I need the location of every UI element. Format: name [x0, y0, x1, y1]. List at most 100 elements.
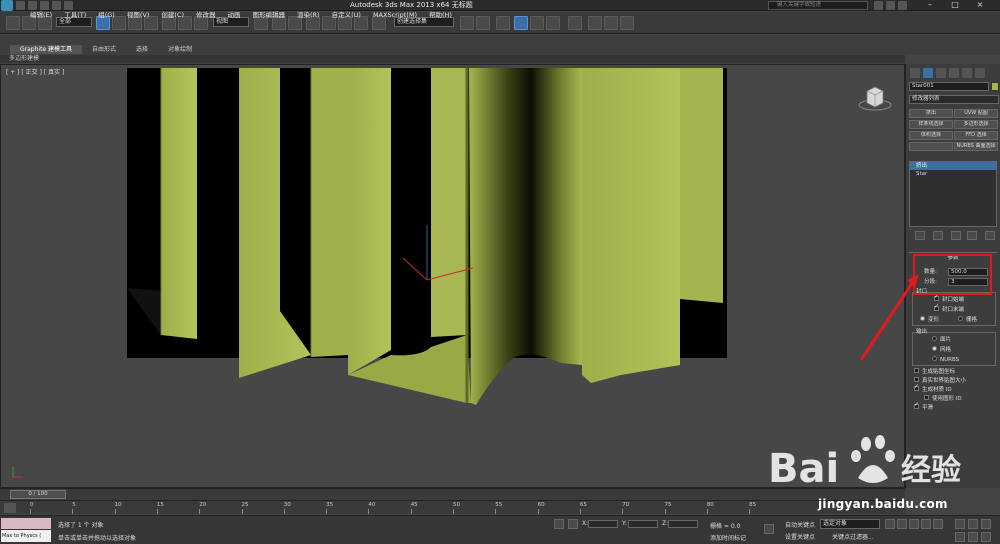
play-icon[interactable]	[909, 519, 919, 529]
tick-label: 10	[114, 502, 122, 508]
tick-mark	[156, 509, 158, 514]
lock-selection-icon[interactable]	[554, 519, 564, 529]
fov-icon[interactable]	[955, 532, 965, 542]
display-tab-icon[interactable]	[962, 68, 972, 78]
pan-icon[interactable]	[968, 532, 978, 542]
help-icon[interactable]	[898, 1, 907, 10]
uvw-map-button[interactable]: UVW 贴图	[954, 109, 998, 118]
undo-icon[interactable]	[52, 1, 61, 10]
maxscript-listener[interactable]	[1, 518, 51, 529]
configure-sets-icon[interactable]	[985, 231, 995, 240]
auto-key-button[interactable]: 自动关键点	[785, 520, 815, 529]
search-icon[interactable]	[874, 1, 883, 10]
maxscript-mini-field[interactable]: Max to Physcs (	[1, 530, 51, 542]
tick-label: 45	[410, 502, 418, 508]
trackbar-menu-icon[interactable]	[4, 503, 16, 513]
real-world-map-checkbox[interactable]: 真实世界贴图大小	[914, 377, 966, 385]
viewport-front[interactable]: [ + ] [ 正交 ] [ 真实 ]	[0, 64, 905, 488]
set-key-button[interactable]: 设置关键点	[785, 532, 815, 541]
ffd-select-button[interactable]: FFD 选择	[954, 131, 998, 140]
graphite-toggle-icon[interactable]	[514, 16, 528, 30]
material-editor-icon[interactable]	[568, 16, 582, 30]
modify-tab-icon[interactable]	[923, 68, 933, 78]
search-input[interactable]: 键入关键字或短语	[768, 1, 868, 10]
prompt-text: 单击或单击并拖动以选择对象	[58, 535, 137, 542]
spline-select-button[interactable]: 样条线选择	[909, 120, 953, 129]
smooth-checkbox[interactable]: 平滑	[914, 401, 933, 412]
key-mode-dropdown[interactable]: 选定对象	[820, 519, 880, 529]
trackbar[interactable]: 0 5 10 15 20 25 30 35 40 45 50 55 60 65 70 75 80 85	[0, 500, 905, 514]
make-unique-icon[interactable]	[951, 231, 961, 240]
rendered-frame-icon[interactable]	[604, 16, 618, 30]
cap-end-checkbox[interactable]: 封口末端	[934, 303, 964, 314]
new-file-icon[interactable]	[16, 1, 25, 10]
maximize-button[interactable]: □	[945, 0, 965, 10]
empty-button[interactable]	[909, 142, 953, 151]
utilities-tab-icon[interactable]	[975, 68, 985, 78]
key-icon[interactable]	[764, 524, 774, 534]
gen-mat-id-checkbox[interactable]: 生成材质 ID	[914, 383, 952, 394]
add-time-tag[interactable]: 添加时间标记	[710, 533, 746, 542]
nurbs-select-button[interactable]: NURBS 曲面选择	[954, 142, 998, 151]
next-frame-icon[interactable]	[921, 519, 931, 529]
y-coord-field[interactable]	[628, 520, 658, 528]
redo-icon[interactable]	[64, 1, 73, 10]
link-icon[interactable]	[6, 16, 20, 30]
extrude-button[interactable]: 挤出	[909, 109, 953, 118]
abs-mode-icon[interactable]	[568, 519, 578, 529]
zoom-all-icon[interactable]	[968, 519, 978, 529]
poly-select-button[interactable]: 多边形选择	[954, 120, 998, 129]
viewcube-icon[interactable]	[857, 83, 893, 113]
use-shape-id-checkbox[interactable]: 使用图形 ID	[924, 395, 962, 403]
stack-item-extrude[interactable]: 挤出	[910, 162, 996, 170]
close-button[interactable]: ×	[970, 0, 990, 10]
app-logo-icon[interactable]	[1, 0, 13, 11]
star-icon[interactable]	[886, 1, 895, 10]
viewport-label[interactable]: [ + ] [ 正交 ] [ 真实 ]	[6, 67, 64, 76]
mirror-icon[interactable]	[460, 16, 474, 30]
save-icon[interactable]	[40, 1, 49, 10]
zoom-icon[interactable]	[955, 519, 965, 529]
render-icon[interactable]	[620, 16, 634, 30]
polygon-modeling-label[interactable]: 多边形建模	[9, 55, 39, 63]
show-end-result-icon[interactable]	[933, 231, 943, 240]
tab-object-paint[interactable]: 对象绘制	[158, 45, 202, 54]
stack-item-star[interactable]: Star	[910, 170, 996, 178]
pin-stack-icon[interactable]	[915, 231, 925, 240]
x-coord-field[interactable]	[588, 520, 618, 528]
minimize-button[interactable]: –	[920, 0, 940, 10]
layer-manager-icon[interactable]	[496, 16, 510, 30]
output-mesh-radio[interactable]: 网格	[932, 346, 951, 354]
tab-graphite[interactable]: Graphite 建模工具	[10, 45, 83, 54]
goto-start-icon[interactable]	[885, 519, 895, 529]
tick-label: 15	[156, 502, 164, 508]
gen-map-coords-checkbox[interactable]: 生成贴图坐标	[914, 368, 955, 376]
output-nurbs-radio[interactable]: NURBS	[932, 356, 959, 364]
orbit-icon[interactable]	[981, 532, 991, 542]
tab-selection[interactable]: 选择	[126, 45, 158, 54]
key-filters-button[interactable]: 关键点过滤器...	[832, 532, 874, 541]
create-tab-icon[interactable]	[910, 68, 920, 78]
curve-editor-icon[interactable]	[530, 16, 544, 30]
modifier-list-dropdown[interactable]: 修改器列表	[909, 95, 999, 104]
grid-radio[interactable]: 栅格	[958, 316, 977, 324]
vol-select-button[interactable]: 体积选择	[909, 131, 953, 140]
object-color-swatch[interactable]	[991, 82, 999, 91]
modifier-stack[interactable]: 挤出 Star	[909, 161, 997, 227]
goto-end-icon[interactable]	[933, 519, 943, 529]
motion-tab-icon[interactable]	[949, 68, 959, 78]
object-name-field[interactable]: Star001	[909, 82, 989, 91]
render-setup-icon[interactable]	[588, 16, 602, 30]
output-patch-radio[interactable]: 面片	[932, 336, 951, 344]
schematic-view-icon[interactable]	[546, 16, 560, 30]
prev-frame-icon[interactable]	[897, 519, 907, 529]
align-icon[interactable]	[476, 16, 490, 30]
z-coord-field[interactable]	[668, 520, 698, 528]
open-file-icon[interactable]	[28, 1, 37, 10]
main-toolbar: 全部 视图 创建选择集	[0, 12, 1000, 34]
time-slider-thumb[interactable]: 0 / 100	[10, 490, 66, 499]
hierarchy-tab-icon[interactable]	[936, 68, 946, 78]
remove-modifier-icon[interactable]	[967, 231, 977, 240]
tab-freeform[interactable]: 自由形式	[82, 45, 126, 54]
zoom-extents-icon[interactable]	[981, 519, 991, 529]
